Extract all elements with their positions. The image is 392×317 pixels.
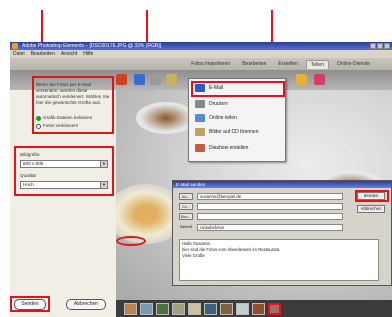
thumbnail-selected[interactable] [268,302,281,315]
window-title: Adobe Photoshop Elements – [DSC00176.JPG… [22,43,162,49]
bcc-button[interactable]: Bcc... [179,213,193,220]
dialog-cancel-button[interactable]: Abbrechen [357,205,385,213]
share-menu: E-Mail Drucken Online teilen Bilder auf … [188,78,286,162]
menu-item-cd[interactable]: Bilder auf CD brennen [195,127,258,137]
app-icon [12,43,18,49]
option-keep-radio[interactable] [36,116,41,121]
message-body[interactable]: Hallo Susanne, hier sind die Fotos vom A… [179,239,379,281]
tab-bar: Fotos importieren Bearbeiten Erstellen T… [10,58,392,70]
tab-share[interactable]: Teilen [305,59,329,69]
maximize-button[interactable] [377,43,383,49]
option-resize-label: Fotos verkleinern [43,123,79,128]
menu-help[interactable]: Hilfe [83,50,93,58]
menu-item-print-label: Drucken [209,101,228,107]
print-icon[interactable] [150,74,161,85]
heart-icon[interactable] [314,74,325,85]
slideshow-icon [195,144,205,152]
food-plate-top [136,102,196,134]
thumbnail[interactable] [220,302,233,315]
menu-item-email-label: E-Mail [209,85,224,91]
chevron-down-icon: ▼ [100,161,107,167]
menu-item-email[interactable]: E-Mail [195,83,223,93]
size-label: Bildgröße [20,152,40,157]
email-dialog-title: E-Mail senden [173,181,391,188]
minimize-button[interactable] [370,43,376,49]
title-bar: Adobe Photoshop Elements – [DSC00176.JPG… [10,42,392,50]
close-button[interactable] [384,43,390,49]
to-field[interactable]: susanne@beispiel.de [197,193,343,200]
size-select[interactable]: 800 x 600 ▼ [20,160,108,168]
menu-view[interactable]: Ansicht [61,50,77,58]
option-resize-radio[interactable] [36,124,41,129]
to-button[interactable]: An... [179,193,193,200]
cc-button[interactable]: Cc... [179,203,193,210]
organize-icon[interactable] [166,74,177,85]
tab-import[interactable]: Fotos importieren [187,60,234,68]
quality-select-value: Hoch [23,182,34,187]
thumbnail[interactable] [156,302,169,315]
thumbnail[interactable] [172,302,185,315]
quality-select[interactable]: Hoch ▼ [20,181,108,189]
size-select-value: 800 x 600 [23,161,44,166]
email-dialog: E-Mail senden An... susanne@beispiel.de … [172,180,392,286]
thumbnail[interactable] [252,302,265,315]
subject-label: Betreff [180,224,192,229]
cc-field[interactable] [197,203,343,210]
menu-item-print[interactable]: Drucken [195,99,228,109]
tab-create[interactable]: Erstellen [274,60,301,68]
thumbnail[interactable] [204,302,217,315]
dialog-send-button[interactable]: Senden [357,192,385,200]
description-text: Wenn Sie Fotos per E-Mail versenden, wer… [36,82,110,105]
photo-filmstrip [116,300,392,317]
print-icon [195,100,205,108]
calendar-icon[interactable] [296,74,307,85]
thumbnail[interactable] [236,302,249,315]
menu-item-cd-label: Bilder auf CD brennen [209,129,259,135]
menu-item-online[interactable]: Online teilen [195,113,237,123]
share-options-panel: Wenn Sie Fotos per E-Mail versenden, wer… [10,76,116,317]
menu-item-online-label: Online teilen [209,115,237,121]
option-keep-label: Grafik-Dateien belassen [43,115,93,120]
tab-edit[interactable]: Bearbeiten [238,60,270,68]
bcc-field[interactable] [197,213,343,220]
menu-file[interactable]: Datei [13,50,25,58]
photo-icon[interactable] [134,74,145,85]
menu-item-slideshow-label: Diashow erstellen [209,145,249,151]
message-line-3: Viele Grüße [182,253,205,258]
cd-icon [195,128,205,136]
thumbnail[interactable] [124,302,137,315]
subject-field[interactable]: Urlaubsfotos [197,224,343,231]
thumbnail[interactable] [188,302,201,315]
back-icon[interactable] [116,74,127,85]
globe-icon [195,114,205,122]
send-button[interactable]: Senden [14,299,46,310]
menu-bar: Datei Bearbeiten Ansicht Hilfe [10,50,392,58]
thumbnail[interactable] [140,302,153,315]
menu-edit[interactable]: Bearbeiten [31,50,55,58]
menu-item-slideshow[interactable]: Diashow erstellen [195,143,248,153]
red-tag [116,236,146,246]
email-icon [195,84,205,92]
quality-label: Qualität [20,173,36,178]
chevron-down-icon: ▼ [100,182,107,188]
cancel-button[interactable]: Abbrechen [66,299,106,310]
tab-online[interactable]: Online-Dienste [333,60,374,68]
